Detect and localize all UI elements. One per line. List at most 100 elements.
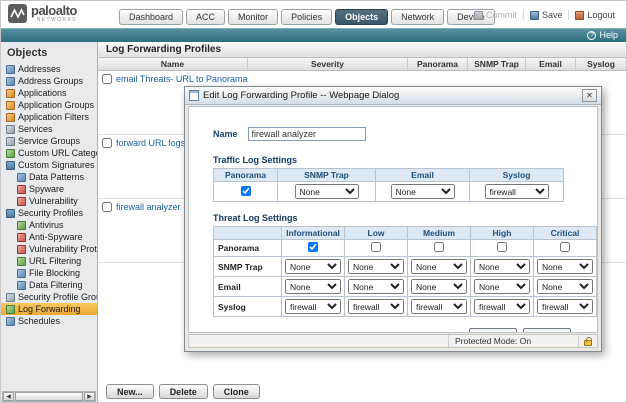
help-icon: ? [587,31,596,40]
threat-panorama-medium-checkbox[interactable] [434,242,444,252]
tab-objects[interactable]: Objects [335,9,388,25]
traffic-col-snmp-trap: SNMP Trap [278,169,376,182]
tab-monitor[interactable]: Monitor [228,9,278,25]
lock-icon [584,340,592,346]
sidebar-item-addresses[interactable]: Addresses [1,63,97,75]
sidebar-item-data-patterns[interactable]: Data Patterns [1,171,97,183]
row-checkbox[interactable] [102,138,112,148]
new-button[interactable]: New... [106,384,154,399]
sidebar-item-file-blocking[interactable]: File Blocking [1,267,97,279]
sidebar-item-label: Antivirus [29,220,64,230]
sidebar-item-spyware[interactable]: Spyware [1,183,97,195]
traffic-syslog-select[interactable]: firewall [485,184,549,199]
traffic-panorama-checkbox[interactable] [241,186,251,196]
sidebar-item-label: Data Filtering [29,280,83,290]
sidebar-item-label: File Blocking [29,268,80,278]
threat-panorama-low-checkbox[interactable] [371,242,381,252]
threat-panorama-critical-checkbox[interactable] [560,242,570,252]
threat-syslog-informational-select[interactable]: firewall [285,299,341,314]
sidebar-item-anti-spyware[interactable]: Anti-Spyware [1,231,97,243]
services-icon [6,125,15,134]
tab-acc[interactable]: ACC [186,9,225,25]
help-button[interactable]: ? Help [587,30,618,40]
close-icon[interactable]: ✕ [582,89,597,102]
sidebar-item-security-profile-groups[interactable]: Security Profile Groups [1,291,97,303]
scrollbar-thumb[interactable] [15,392,83,401]
row-checkbox[interactable] [102,202,112,212]
threat-email-high-select[interactable]: None [474,279,530,294]
threat-snmp-high-select[interactable]: None [474,259,530,274]
sidebar-item-services[interactable]: Services [1,123,97,135]
threat-panorama-high-checkbox[interactable] [497,242,507,252]
logout-button[interactable]: Logout [568,10,621,20]
threat-syslog-low-select[interactable]: firewall [348,299,404,314]
traffic-snmp-trap-select[interactable]: None [295,184,359,199]
data-patterns-icon [17,173,26,182]
threat-email-informational-select[interactable]: None [285,279,341,294]
tab-network[interactable]: Network [391,9,444,25]
threat-syslog-critical-select[interactable]: firewall [537,299,593,314]
sidebar-item-log-forwarding[interactable]: Log Forwarding [1,303,97,315]
sidebar-item-data-filtering[interactable]: Data Filtering [1,279,97,291]
sidebar-item-applications[interactable]: Applications [1,87,97,99]
threat-snmp-critical-select[interactable]: None [537,259,593,274]
sidebar-item-label: Anti-Spyware [29,232,83,242]
sidebar-item-label: Data Patterns [29,172,84,182]
commit-button[interactable]: Commit [468,10,523,20]
sidebar-horizontal-scrollbar[interactable]: ◀ ▶ [2,391,96,402]
data-filtering-icon [17,281,26,290]
sidebar-item-address-groups[interactable]: Address Groups [1,75,97,87]
commit-label: Commit [486,10,517,20]
threat-snmp-medium-select[interactable]: None [411,259,467,274]
profile-link[interactable]: firewall analyzer [116,202,181,212]
row-checkbox[interactable] [102,74,112,84]
security-profile-groups-icon [6,293,15,302]
logo-subtitle: NETWORKS [37,18,77,23]
tab-dashboard[interactable]: Dashboard [119,9,183,25]
sidebar-item-vulnerability[interactable]: Vulnerability [1,195,97,207]
main-nav-tabs: Dashboard ACC Monitor Policies Objects N… [119,9,495,25]
name-input[interactable] [248,127,366,141]
sidebar-item-antivirus[interactable]: Antivirus [1,219,97,231]
sidebar-item-custom-signatures[interactable]: Custom Signatures [1,159,97,171]
threat-email-medium-select[interactable]: None [411,279,467,294]
profile-link[interactable]: email Threats- URL to Panorama [116,74,248,84]
sidebar-item-schedules[interactable]: Schedules [1,315,97,327]
threat-log-settings-label: Threat Log Settings [213,213,597,223]
dialog-buttons: OK Cancel [213,328,571,333]
threat-syslog-medium-select[interactable]: firewall [411,299,467,314]
sidebar-item-label: Vulnerability Protection [29,244,97,254]
ok-button[interactable]: OK [469,328,517,333]
threat-col-empty [214,227,282,240]
sidebar-item-service-groups[interactable]: Service Groups [1,135,97,147]
sidebar-item-label: Vulnerability [29,196,78,206]
save-label: Save [542,10,563,20]
delete-button[interactable]: Delete [159,384,208,399]
log-forwarding-icon [6,305,15,314]
sidebar-item-custom-url-categories[interactable]: Custom URL Categories [1,147,97,159]
threat-panorama-informational-checkbox[interactable] [308,242,318,252]
scroll-right-icon[interactable]: ▶ [84,392,95,401]
column-name: Name [98,58,248,70]
custom-signatures-folder-icon [6,161,15,170]
cancel-button[interactable]: Cancel [523,328,571,333]
threat-email-critical-select[interactable]: None [537,279,593,294]
sidebar-item-application-filters[interactable]: Application Filters [1,111,97,123]
vulnerability-protection-icon [17,245,26,254]
scroll-left-icon[interactable]: ◀ [3,392,14,401]
threat-email-low-select[interactable]: None [348,279,404,294]
sidebar-item-vulnerability-protection[interactable]: Vulnerability Protection [1,243,97,255]
tab-policies[interactable]: Policies [281,9,332,25]
sidebar-item-security-profiles[interactable]: Security Profiles [1,207,97,219]
sidebar-item-label: Application Filters [18,112,89,122]
save-button[interactable]: Save [523,10,569,20]
sidebar-item-url-filtering[interactable]: URL Filtering [1,255,97,267]
clone-button[interactable]: Clone [213,384,260,399]
sidebar-item-label: Application Groups [18,100,94,110]
threat-snmp-informational-select[interactable]: None [285,259,341,274]
lock-cell [579,335,597,347]
traffic-email-select[interactable]: None [391,184,455,199]
sidebar-item-application-groups[interactable]: Application Groups [1,99,97,111]
threat-snmp-low-select[interactable]: None [348,259,404,274]
threat-syslog-high-select[interactable]: firewall [474,299,530,314]
